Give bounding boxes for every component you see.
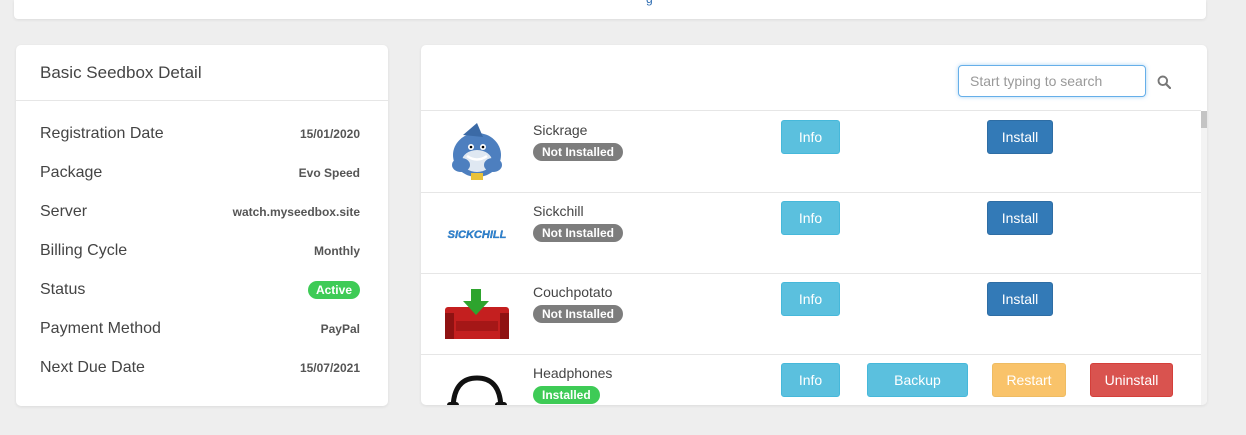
backup-button[interactable]: Backup bbox=[867, 363, 968, 397]
install-button[interactable]: Install bbox=[987, 282, 1053, 316]
couch-logo-icon bbox=[445, 289, 509, 339]
detail-label: Registration Date bbox=[40, 125, 164, 142]
scrollbar-thumb[interactable] bbox=[1201, 111, 1207, 128]
detail-label: Next Due Date bbox=[40, 359, 145, 376]
detail-title: Basic Seedbox Detail bbox=[16, 45, 388, 101]
detail-row-registration-date: Registration Date 15/01/2020 bbox=[40, 123, 360, 145]
search-input[interactable] bbox=[958, 65, 1146, 97]
app-name: Couchpotato bbox=[533, 284, 613, 300]
app-status-badge: Not Installed bbox=[533, 224, 624, 242]
detail-row-next-due-date: Next Due Date 15/07/2021 bbox=[40, 357, 360, 379]
info-button[interactable]: Info bbox=[781, 363, 840, 397]
detail-label: Billing Cycle bbox=[40, 242, 128, 259]
detail-row-payment-method: Payment Method PayPal bbox=[40, 318, 360, 340]
app-status-badge: Not Installed bbox=[533, 305, 624, 323]
detail-value: 15/07/2021 bbox=[299, 361, 360, 375]
install-button[interactable]: Install bbox=[987, 120, 1053, 154]
app-status-badge: Installed bbox=[533, 386, 600, 404]
scrollbar-track[interactable] bbox=[1201, 111, 1207, 405]
search-icon[interactable] bbox=[1157, 75, 1171, 89]
top-card: g bbox=[14, 0, 1206, 19]
restart-button[interactable]: Restart bbox=[992, 363, 1066, 397]
detail-value: watch.myseedbox.site bbox=[232, 205, 360, 219]
app-row-sickchill: SICKCHILL Sickchill Not Installed Info I… bbox=[421, 192, 1201, 274]
detail-value: Evo Speed bbox=[298, 166, 360, 180]
headphones-logo-icon bbox=[447, 375, 507, 405]
sickchill-logo-icon: SICKCHILL bbox=[448, 229, 507, 241]
apps-card: Sickrage Not Installed Info Install SICK… bbox=[421, 45, 1207, 405]
app-name: Sickchill bbox=[533, 203, 584, 219]
detail-label: Server bbox=[40, 203, 88, 220]
install-button[interactable]: Install bbox=[987, 201, 1053, 235]
app-name: Headphones bbox=[533, 365, 613, 381]
info-button[interactable]: Info bbox=[781, 201, 840, 235]
seedbox-detail-card: Basic Seedbox Detail Registration Date 1… bbox=[16, 45, 388, 406]
sickchill-logo-text: SICKCHILL bbox=[448, 229, 507, 241]
app-status-badge: Not Installed bbox=[533, 143, 624, 161]
info-button[interactable]: Info bbox=[781, 282, 840, 316]
detail-row-status: Status Active bbox=[40, 279, 360, 301]
app-row-couchpotato: Couchpotato Not Installed Info Install bbox=[421, 273, 1201, 355]
detail-label: Package bbox=[40, 164, 103, 181]
detail-value: 15/01/2020 bbox=[299, 127, 360, 141]
top-card-link-fragment[interactable]: g bbox=[646, 0, 660, 6]
info-button[interactable]: Info bbox=[781, 120, 840, 154]
uninstall-button[interactable]: Uninstall bbox=[1090, 363, 1173, 397]
detail-value: PayPal bbox=[320, 322, 360, 336]
app-name: Sickrage bbox=[533, 122, 588, 138]
detail-row-server: Server watch.myseedbox.site bbox=[40, 201, 360, 223]
status-badge: Active bbox=[307, 281, 360, 299]
app-row-headphones: Headphones Installed Info Backup Restart… bbox=[421, 354, 1201, 405]
app-row-sickrage: Sickrage Not Installed Info Install bbox=[421, 111, 1201, 193]
detail-label: Payment Method bbox=[40, 320, 161, 337]
detail-row-billing-cycle: Billing Cycle Monthly bbox=[40, 240, 360, 262]
detail-label: Status bbox=[40, 281, 86, 298]
shark-logo-icon bbox=[452, 123, 502, 180]
detail-value: Monthly bbox=[314, 244, 360, 258]
detail-row-package: Package Evo Speed bbox=[40, 162, 360, 184]
